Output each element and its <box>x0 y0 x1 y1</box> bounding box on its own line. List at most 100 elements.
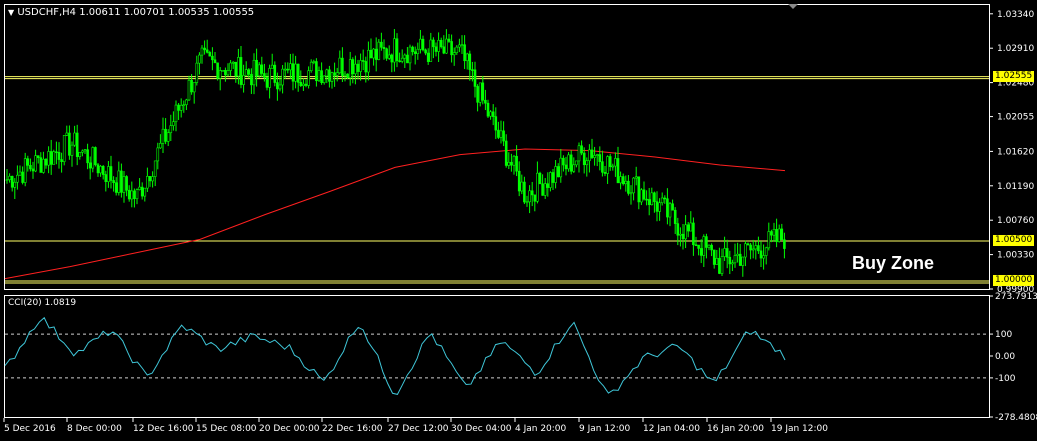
cci-tick-label: -278.4808 <box>995 413 1037 423</box>
candle-body <box>211 55 214 61</box>
candle-body <box>481 82 485 101</box>
candle-body <box>406 54 409 64</box>
candle-body <box>679 233 682 236</box>
time-tick-label: 27 Dec 12:00 <box>388 424 449 434</box>
candle-body <box>426 52 430 62</box>
candle-body <box>255 59 258 77</box>
candle-body <box>200 47 204 56</box>
candle-body <box>120 170 123 193</box>
candle-body <box>5 179 9 181</box>
chart-shift-marker[interactable] <box>788 4 798 9</box>
candle-body <box>161 128 165 144</box>
candle-body <box>725 248 729 258</box>
candle-body <box>767 231 771 249</box>
candle-body <box>278 84 282 90</box>
candle-body <box>627 180 630 194</box>
candle-body <box>18 171 22 176</box>
candle-body <box>751 248 755 251</box>
candle-body <box>536 172 539 202</box>
candle-body <box>645 198 648 201</box>
candle-body <box>473 69 477 87</box>
candle-body <box>372 48 375 59</box>
candle-body <box>772 229 776 236</box>
candle-body <box>541 183 544 196</box>
candle-body <box>707 244 711 248</box>
candle-body <box>49 151 53 165</box>
candle-body <box>455 46 459 53</box>
price-tick-label: 1.03340 <box>997 10 1034 20</box>
candle-body <box>647 199 651 206</box>
candle-body <box>562 157 565 166</box>
candle-body <box>595 154 599 156</box>
main-chart-frame <box>4 4 990 290</box>
candle-body <box>728 256 732 265</box>
ohlc-readout: 1.00611 1.00701 1.00535 1.00555 <box>79 7 255 18</box>
price-tick-label: 1.01620 <box>997 147 1034 157</box>
candle-body <box>88 162 92 169</box>
candle-body <box>746 243 750 246</box>
candle-body <box>338 57 342 74</box>
candle-body <box>60 159 63 162</box>
cci-tick-label: 273.7913 <box>995 292 1037 302</box>
candle-body <box>546 183 550 188</box>
candle-body <box>458 44 461 48</box>
candle-body <box>13 181 17 188</box>
candle-body <box>94 147 97 166</box>
candle-body <box>629 192 633 195</box>
candle-body <box>681 233 685 240</box>
cci-line[interactable] <box>4 316 786 395</box>
triangle-down-icon[interactable]: ▼ <box>8 8 14 17</box>
candle-body <box>218 70 222 79</box>
candle-body <box>439 39 443 48</box>
chart-area[interactable]: 1.033401.029101.024801.020551.016201.011… <box>0 0 1037 441</box>
time-tick-label: 15 Dec 08:00 <box>196 424 257 434</box>
candle-body <box>764 247 768 256</box>
candle-body <box>65 132 69 136</box>
candle-body <box>460 44 464 47</box>
candle-body <box>424 49 427 54</box>
candle-body <box>270 64 274 69</box>
candle-body <box>608 156 612 167</box>
candle-body <box>640 189 643 203</box>
candle-body <box>325 69 329 77</box>
candle-body <box>419 38 422 50</box>
candle-body <box>775 229 778 242</box>
candle-body <box>320 70 323 83</box>
candle-body <box>187 79 191 101</box>
candle-body <box>367 49 370 73</box>
candle-body <box>606 156 609 174</box>
candle-body <box>718 258 721 274</box>
candle-body <box>16 174 19 183</box>
candle-body <box>398 60 401 63</box>
candle-body <box>408 46 412 64</box>
candle-body <box>330 72 334 82</box>
candle-body <box>42 158 45 173</box>
candle-body <box>603 171 607 174</box>
candle-body <box>632 177 635 194</box>
candle-body <box>403 54 407 59</box>
candle-body <box>499 130 503 138</box>
candle-body <box>234 61 238 77</box>
candle-body <box>268 68 271 88</box>
candle-body <box>512 155 516 166</box>
candle-body <box>195 62 199 83</box>
candle-body <box>190 79 193 93</box>
candle-body <box>57 152 61 160</box>
candle-body <box>114 182 118 193</box>
candle-body <box>221 69 225 72</box>
candle-body <box>283 68 287 71</box>
candle-body <box>429 39 433 62</box>
candle-body <box>668 203 672 218</box>
candle-body <box>166 132 170 142</box>
time-tick-label: 12 Dec 16:00 <box>133 424 194 434</box>
candle-body <box>52 151 56 165</box>
candle-body <box>276 82 279 90</box>
candle-body <box>585 160 589 166</box>
candle-body <box>590 149 594 158</box>
candle-body <box>465 53 469 62</box>
candle-body <box>315 61 318 82</box>
candle-body <box>715 258 719 265</box>
candle-body <box>528 190 531 203</box>
candle-body <box>637 176 641 203</box>
candle-body <box>78 152 82 157</box>
